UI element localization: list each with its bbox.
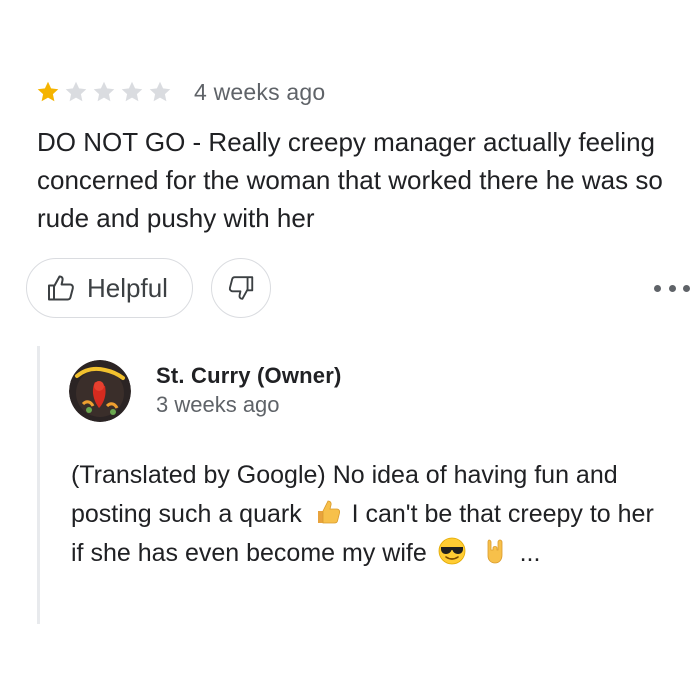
helpful-button[interactable]: Helpful — [26, 258, 193, 318]
star-filled-icon — [36, 80, 60, 104]
review-header: 4 weeks ago — [36, 76, 325, 108]
owner-reply-date: 3 weeks ago — [156, 392, 280, 417]
more-horizontal-icon[interactable] — [654, 280, 690, 296]
helpful-label: Helpful — [87, 272, 168, 303]
owner-name[interactable]: St. Curry (Owner) — [156, 363, 342, 389]
thumbs-up-outline-icon — [48, 275, 74, 301]
review-card: 4 weeks ago DO NOT GO - Really creepy ma… — [0, 0, 700, 700]
review-text: DO NOT GO - Really creepy manager actual… — [37, 127, 663, 233]
thumbs-up-emoji — [312, 497, 342, 527]
rock-on-hand-emoji — [480, 536, 510, 566]
reply-divider — [37, 346, 40, 624]
star-empty-icon — [148, 80, 172, 104]
menu-dot — [668, 284, 676, 292]
owner-reply-text: (Translated by Google) No idea of having… — [71, 456, 671, 573]
star-rating — [36, 80, 176, 104]
restaurant-logo-avatar — [69, 360, 131, 422]
menu-dot — [654, 284, 661, 292]
review-actions: Helpful — [26, 258, 271, 318]
thumbs-down-outline-icon — [228, 276, 254, 300]
owner-avatar[interactable] — [69, 360, 131, 422]
unhelpful-button[interactable] — [210, 258, 271, 318]
star-empty-icon — [92, 80, 116, 104]
star-empty-icon — [64, 80, 88, 104]
sunglasses-face-emoji — [437, 536, 467, 566]
reply-ellipsis: ... — [519, 539, 541, 567]
review-date: 4 weeks ago — [194, 78, 326, 105]
star-empty-icon — [120, 80, 144, 104]
menu-dot — [683, 284, 690, 292]
